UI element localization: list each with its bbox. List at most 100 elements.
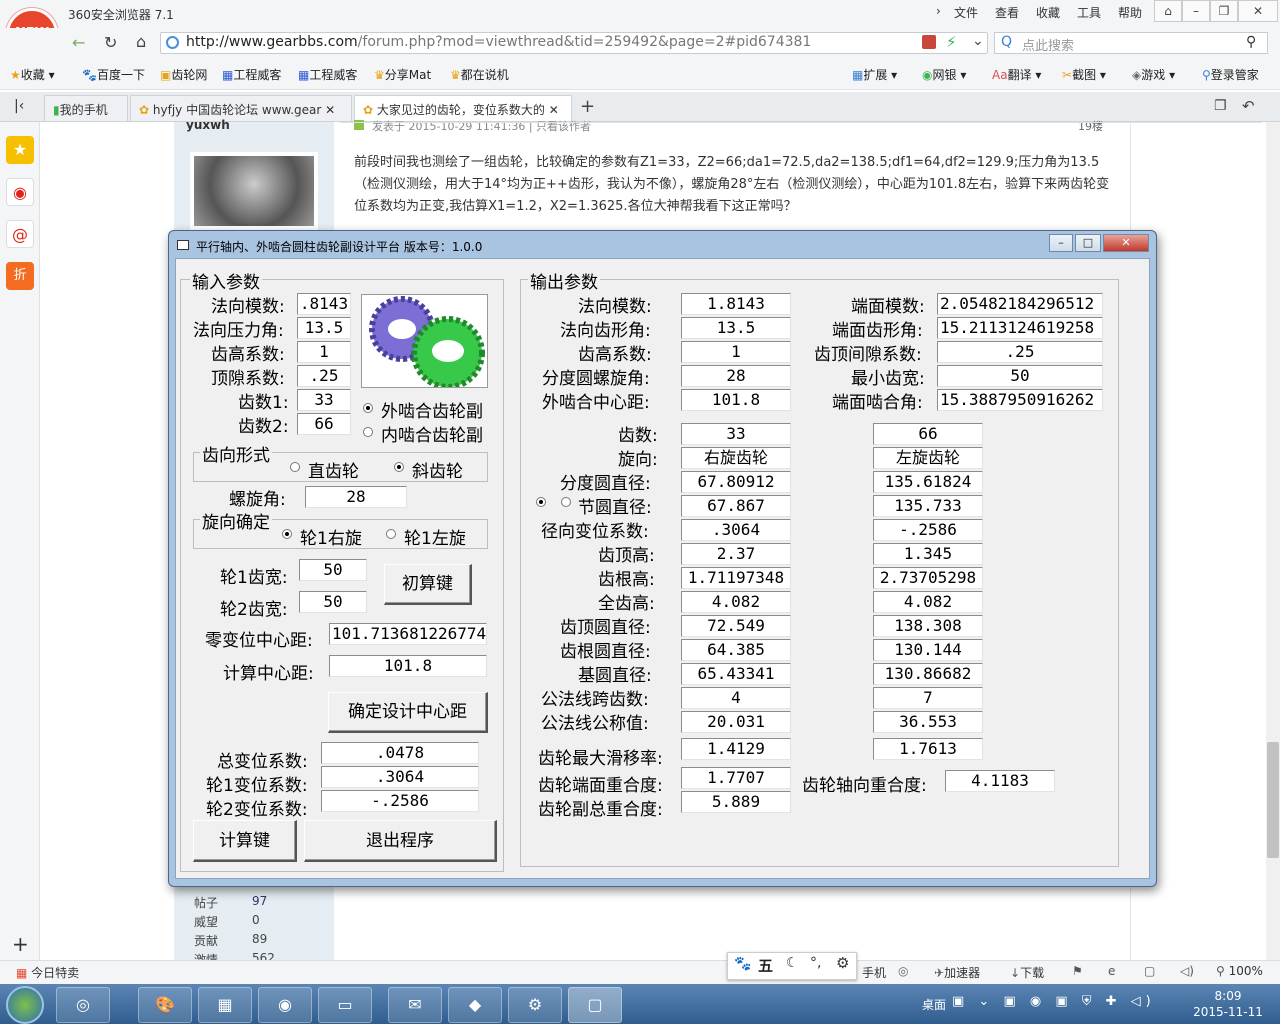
menu-file[interactable]: 文件 — [954, 4, 978, 21]
out-transverse-module[interactable]: 2.05482184296512 — [937, 293, 1103, 315]
out-helix-angle[interactable]: 28 — [681, 365, 791, 387]
phone-link[interactable]: 手机 — [862, 964, 886, 981]
out-normal-module[interactable]: 1.8143 — [681, 293, 791, 315]
ie-icon[interactable]: e — [1108, 964, 1115, 978]
spur-gear-label[interactable]: 直齿轮 — [308, 457, 359, 482]
refresh-icon[interactable]: ◎ — [898, 964, 908, 978]
taskbar-clock[interactable]: 8:09 2015-11-11 — [1186, 988, 1270, 1020]
gear1-dedendum[interactable]: 1.71197348 — [681, 567, 791, 589]
gear2-base-diameter[interactable]: 130.86682 — [873, 663, 983, 685]
scrollbar-thumb[interactable] — [1267, 742, 1279, 858]
back-icon[interactable]: ← — [72, 33, 85, 52]
menu-favorites[interactable]: 收藏 — [1036, 4, 1060, 21]
helical-gear-radio[interactable] — [394, 462, 404, 472]
pitch-diameter-radio[interactable] — [561, 497, 571, 507]
start-button[interactable] — [6, 986, 44, 1024]
total-contact-ratio[interactable]: 5.889 — [681, 791, 791, 813]
normal-module-field[interactable]: .8143 — [297, 293, 351, 315]
gear1-left-hand-label[interactable]: 轮1左旋 — [404, 524, 466, 549]
pin-icon[interactable]: ⌂ — [1154, 0, 1182, 22]
taskbar-gear-icon[interactable]: ⚙ — [508, 987, 562, 1023]
teeth-count-1-field[interactable]: 33 — [297, 389, 351, 411]
clearance-coefficient-field[interactable]: .25 — [297, 365, 351, 387]
search-engine-icon[interactable]: Q — [1001, 34, 1012, 50]
bookmark-sharemat[interactable]: ♛分享Mat — [374, 66, 431, 83]
gear2-teeth[interactable]: 66 — [873, 423, 983, 445]
download-link[interactable]: ↓下载 — [1010, 964, 1044, 981]
url-text[interactable]: http://www.gearbbs.com/forum.php?mod=vie… — [186, 34, 811, 50]
window-icon[interactable]: ▢ — [1144, 964, 1155, 978]
taskbar-browser-icon[interactable]: ◉ — [258, 987, 312, 1023]
gear2-tooth-depth[interactable]: 4.082 — [873, 591, 983, 613]
gear2-span-teeth[interactable]: 7 — [873, 687, 983, 709]
out-normal-profile-angle[interactable]: 13.5 — [681, 317, 791, 339]
gear1-span-length[interactable]: 20.031 — [681, 711, 791, 733]
app-minimize-button[interactable]: – — [1049, 234, 1073, 252]
screenshot-button[interactable]: ✂截图 ▾ — [1062, 66, 1106, 83]
close-button[interactable]: ✕ — [1238, 0, 1278, 22]
gear2-dedendum[interactable]: 2.73705298 — [873, 567, 983, 589]
security-icon[interactable] — [922, 35, 936, 49]
ime-logo-icon[interactable]: 🐾 — [734, 956, 751, 972]
gear1-pitch-diameter[interactable]: 67.867 — [681, 495, 791, 517]
mail-icon[interactable]: @ — [6, 220, 34, 248]
daily-deals-link[interactable]: ▦ 今日特卖 — [16, 964, 79, 981]
search-icon[interactable]: ⚲ — [1246, 34, 1256, 50]
bookmark-engineering-1[interactable]: ▦工程威客 — [222, 66, 281, 83]
home-icon[interactable]: ⌂ — [136, 32, 146, 51]
calculate-button[interactable]: 计算键 — [193, 820, 297, 862]
reload-icon[interactable]: ↻ — [104, 33, 117, 52]
taskbar-gear-app-icon[interactable]: ▢ — [568, 987, 622, 1023]
app-close-button[interactable]: ✕ — [1103, 234, 1149, 252]
taskbar-explorer-icon[interactable]: ▭ — [318, 987, 372, 1023]
gear1-right-hand-label[interactable]: 轮1右旋 — [300, 524, 362, 549]
confirm-center-button[interactable]: 确定设计中心距 — [328, 692, 488, 733]
stat-value[interactable]: 97 — [252, 894, 267, 908]
gear1-tip-diameter[interactable]: 72.549 — [681, 615, 791, 637]
add-icon[interactable]: + — [12, 932, 29, 956]
gear2-addendum[interactable]: 1.345 — [873, 543, 983, 565]
taskbar-app-icon[interactable]: ◆ — [448, 987, 502, 1023]
gear2-pitch-diameter[interactable]: 135.733 — [873, 495, 983, 517]
menu-help[interactable]: 帮助 — [1118, 4, 1142, 21]
gear1-right-hand-radio[interactable] — [282, 529, 292, 539]
new-tab-icon[interactable]: + — [580, 96, 595, 117]
external-mesh-label[interactable]: 外啮合齿轮副 — [381, 397, 483, 422]
undo-close-icon[interactable]: ↶ — [1242, 97, 1255, 115]
gear1-addendum[interactable]: 2.37 — [681, 543, 791, 565]
initial-calc-button[interactable]: 初算键 — [384, 564, 472, 605]
zoom-level[interactable]: ⚲ 100% — [1216, 964, 1263, 978]
gear1-span-teeth[interactable]: 4 — [681, 687, 791, 709]
external-mesh-radio[interactable] — [363, 403, 373, 413]
translate-button[interactable]: Aa翻译 ▾ — [992, 66, 1041, 83]
tab-list-icon[interactable]: ❐ — [1214, 98, 1227, 114]
spur-gear-radio[interactable] — [290, 462, 300, 472]
internal-mesh-label[interactable]: 内啮合齿轮副 — [381, 421, 483, 446]
gear2-reference-diameter[interactable]: 135.61824 — [873, 471, 983, 493]
extensions-button[interactable]: ▦扩展 ▾ — [852, 66, 897, 83]
tab-scroll-left-icon[interactable]: |‹ — [14, 98, 24, 114]
discount-icon[interactable]: 折 — [6, 262, 34, 290]
tab-gear-forum[interactable]: ✿ hyfjy 中国齿轮论坛 www.gear ✕ — [130, 95, 352, 121]
avatar[interactable] — [190, 152, 318, 230]
zero-shift-center-field[interactable]: 101.713681226774 — [329, 623, 487, 645]
star-icon[interactable]: ★ — [6, 136, 34, 164]
app-maximize-button[interactable]: □ — [1075, 234, 1101, 252]
out-center-distance[interactable]: 101.8 — [681, 389, 791, 411]
bookmark-gearnet[interactable]: ▣齿轮网 — [160, 66, 207, 83]
desktop-toolbar[interactable]: 桌面 — [922, 996, 946, 1013]
tab-my-phone[interactable]: ▮我的手机 — [44, 95, 128, 121]
gear1-max-slip[interactable]: 1.4129 — [681, 738, 791, 760]
bookmark-favorites[interactable]: ★收藏 ▾ — [10, 66, 55, 83]
taskbar-calculator-icon[interactable]: ▦ — [198, 987, 252, 1023]
gear1-hand[interactable]: 右旋齿轮 — [681, 447, 791, 469]
punct-icon[interactable]: °, — [810, 955, 821, 971]
gear1-root-diameter[interactable]: 64.385 — [681, 639, 791, 661]
post-floor[interactable]: 19楼 — [1078, 118, 1103, 134]
menu-tools[interactable]: 工具 — [1077, 4, 1101, 21]
teeth-count-2-field[interactable]: 66 — [297, 413, 351, 435]
ime-mode[interactable]: 五 — [758, 955, 773, 976]
calc-center-field[interactable]: 101.8 — [329, 655, 487, 677]
face-width-2-field[interactable]: 50 — [299, 591, 367, 613]
chevron-down-icon[interactable]: ⌄ — [972, 33, 984, 49]
